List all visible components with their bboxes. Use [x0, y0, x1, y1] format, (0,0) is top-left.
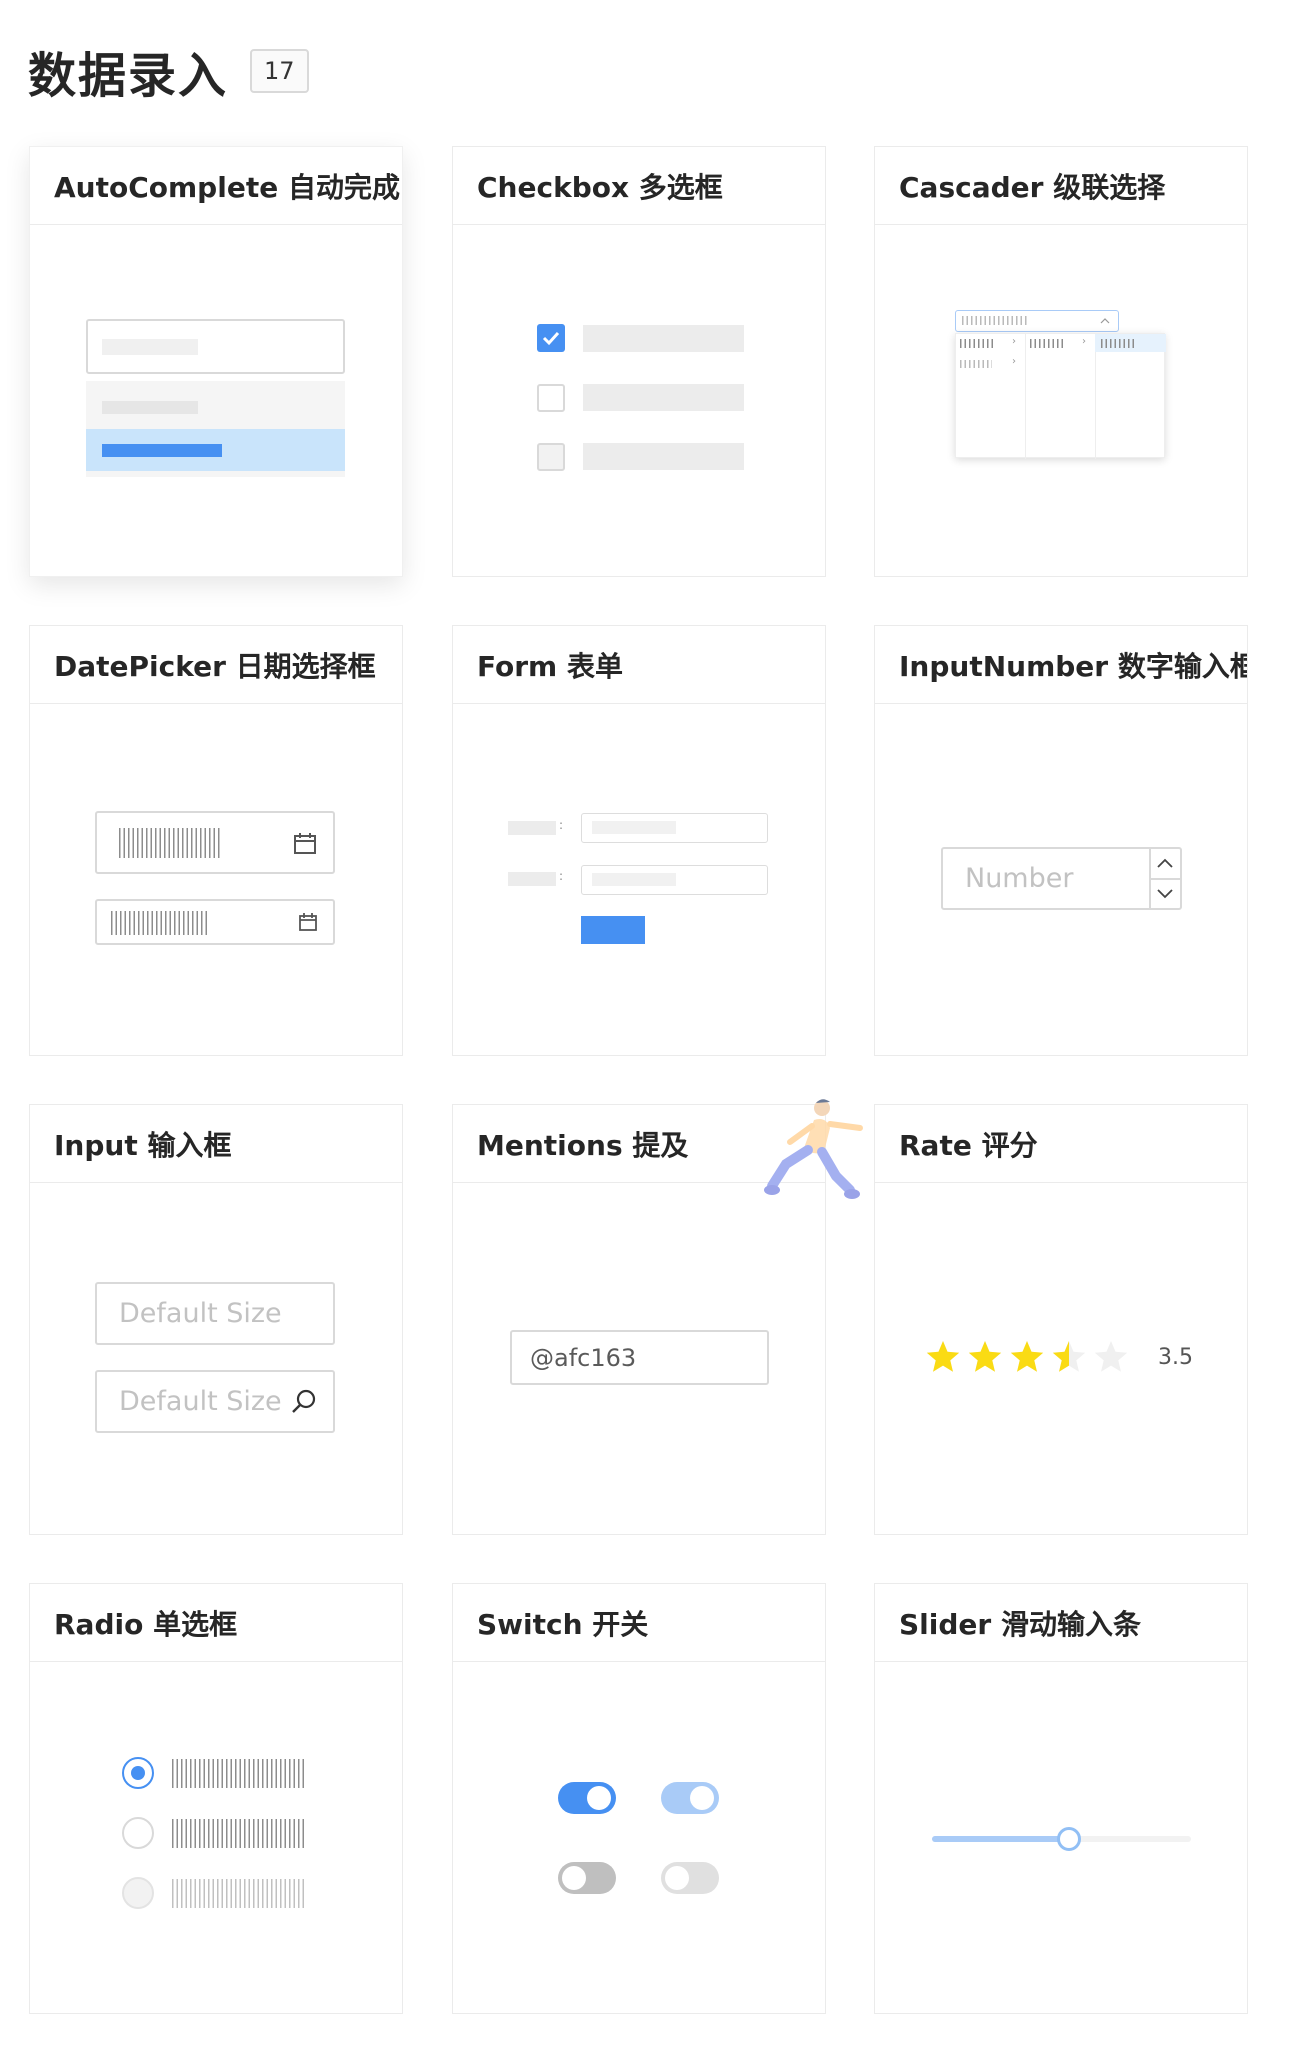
page-header: 数据录入 17: [28, 36, 309, 106]
checkbox-checked: [537, 324, 565, 352]
card-title: Form 表单: [453, 626, 825, 704]
count-badge: 17: [250, 49, 309, 93]
search-input[interactable]: Default Size: [95, 1370, 335, 1433]
checkbox-disabled: [537, 443, 565, 471]
card-slider[interactable]: Slider 滑动输入条: [874, 1583, 1248, 2014]
card-input[interactable]: Input 输入框 Default Size Default Size: [29, 1104, 403, 1535]
radio-unchecked: [122, 1817, 154, 1849]
slider-track: [932, 1836, 1070, 1842]
dropdown-option-selected: [86, 429, 345, 471]
input-preview: Default Size Default Size: [30, 1183, 402, 1534]
autocomplete-input: [86, 319, 345, 374]
calendar-icon: [294, 833, 316, 854]
form-preview: : :: [453, 704, 825, 1055]
switch-preview: [453, 1662, 825, 2013]
card-title: InputNumber 数字输入框: [875, 626, 1247, 704]
card-datepicker[interactable]: DatePicker 日期选择框: [29, 625, 403, 1056]
radio-disabled: [122, 1877, 154, 1909]
rate-preview: 3.5: [875, 1183, 1247, 1534]
rate-value: 3.5: [1158, 1345, 1193, 1370]
card-cascader[interactable]: Cascader 级联选择 › › ›: [874, 146, 1248, 577]
checkbox-unchecked: [537, 384, 565, 412]
calendar-icon: [299, 913, 317, 931]
mentions-preview: @afc163: [453, 1183, 825, 1534]
card-radio[interactable]: Radio 单选框: [29, 1583, 403, 2014]
mentions-input[interactable]: @afc163: [510, 1330, 769, 1385]
cascader-menu: › › ›: [955, 333, 1166, 459]
mentions-value: @afc163: [530, 1344, 637, 1372]
rate-stars[interactable]: [925, 1338, 1155, 1378]
cascader-input: [955, 310, 1119, 332]
card-title: Checkbox 多选框: [453, 147, 825, 225]
slider-rail[interactable]: [932, 1827, 1191, 1851]
datepicker-input-large: [95, 811, 335, 874]
switch-on: [558, 1782, 616, 1814]
switch-on-disabled: [661, 1782, 719, 1814]
switch-off-disabled: [661, 1862, 719, 1894]
star-icon[interactable]: [1094, 1341, 1128, 1372]
page-title: 数据录入: [28, 48, 229, 104]
text-input-placeholder: Default Size: [119, 1298, 282, 1329]
card-title: DatePicker 日期选择框: [30, 626, 402, 704]
chevron-down-icon[interactable]: [1156, 888, 1174, 900]
star-icon[interactable]: [1052, 1341, 1086, 1372]
card-form[interactable]: Form 表单 : :: [452, 625, 826, 1056]
card-title: AutoComplete 自动完成: [30, 147, 402, 225]
card-rate[interactable]: Rate 评分 3.5: [874, 1104, 1248, 1535]
star-icon[interactable]: [926, 1341, 960, 1372]
search-input-placeholder: Default Size: [119, 1386, 282, 1417]
chevron-up-icon[interactable]: [1156, 857, 1174, 869]
radio-preview: [30, 1662, 402, 2013]
card-title: Cascader 级联选择: [875, 147, 1247, 225]
card-inputnumber[interactable]: InputNumber 数字输入框 Number: [874, 625, 1248, 1056]
number-input[interactable]: Number: [941, 847, 1182, 910]
inputnumber-preview: Number: [875, 704, 1247, 1055]
card-title: Radio 单选框: [30, 1584, 402, 1662]
autocomplete-dropdown: [86, 381, 345, 477]
star-icon[interactable]: [1010, 1341, 1044, 1372]
search-icon[interactable]: [290, 1388, 318, 1416]
card-title: Input 输入框: [30, 1105, 402, 1183]
checkbox-preview: [453, 225, 825, 576]
card-autocomplete[interactable]: AutoComplete 自动完成: [29, 146, 403, 577]
check-icon: [542, 331, 560, 346]
dropdown-option: [102, 401, 198, 414]
card-title: Slider 滑动输入条: [875, 1584, 1247, 1662]
slider-handle[interactable]: [1057, 1827, 1082, 1851]
card-switch[interactable]: Switch 开关: [452, 1583, 826, 2014]
mascot-illustration: [764, 1099, 863, 1199]
switch-off: [558, 1862, 616, 1894]
datepicker-preview: [30, 704, 402, 1055]
slider-preview: [875, 1662, 1247, 2013]
card-title: Switch 开关: [453, 1584, 825, 1662]
form-submit-button: [581, 916, 645, 944]
star-icon[interactable]: [968, 1341, 1002, 1372]
radio-checked: [122, 1757, 154, 1789]
card-title: Rate 评分: [875, 1105, 1247, 1183]
autocomplete-preview: [30, 225, 402, 576]
datepicker-input-default: [95, 899, 335, 945]
text-input[interactable]: Default Size: [95, 1282, 335, 1345]
cascader-preview: › › ›: [875, 225, 1247, 576]
number-input-placeholder: Number: [965, 863, 1074, 894]
card-checkbox[interactable]: Checkbox 多选框: [452, 146, 826, 577]
